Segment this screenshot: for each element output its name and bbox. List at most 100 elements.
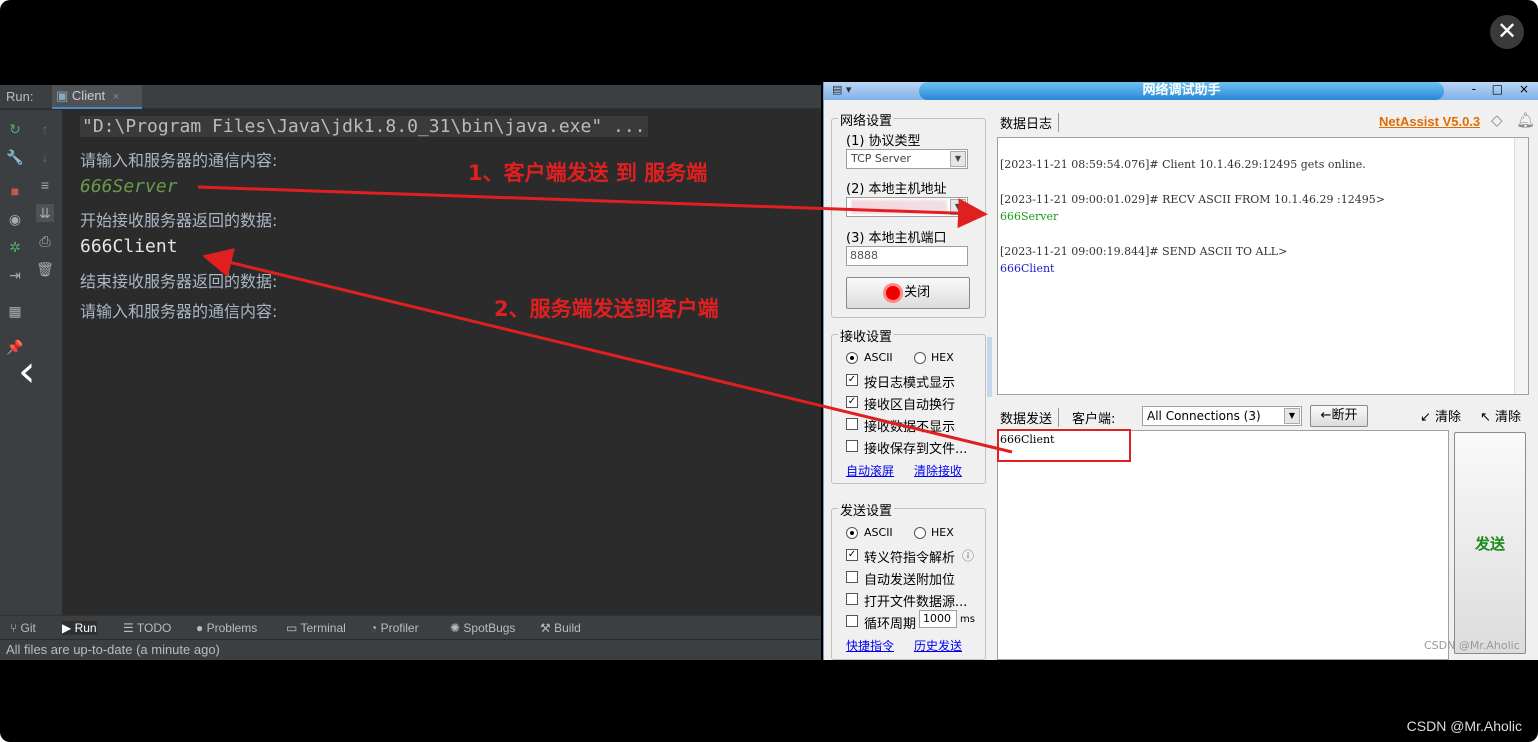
rerun-icon[interactable]: ↻ xyxy=(6,120,24,138)
tab-client[interactable]: ▣ Client × xyxy=(52,85,142,109)
file-source-label: 打开文件数据源... xyxy=(864,595,968,610)
recv-hex-radio[interactable] xyxy=(914,352,926,364)
host-select[interactable]: ▼ xyxy=(846,197,968,217)
send-ascii-label: ASCII xyxy=(864,526,893,539)
brand-link[interactable]: NetAssist V5.0.3 xyxy=(1379,114,1480,129)
log-line: [2023-11-21 09:00:01.029]# RECV ASCII FR… xyxy=(1000,193,1385,206)
diamond-icon[interactable]: ◇ xyxy=(1491,111,1503,129)
status-bar: All files are up-to-date (a minute ago) xyxy=(0,639,821,660)
annotation-step1: 1、客户端发送 到 服务端 xyxy=(468,161,708,185)
debug-icon[interactable]: ✲ xyxy=(6,238,24,256)
escape-parse-label: 转义符指令解析 xyxy=(864,551,956,566)
log-line: 666Client xyxy=(1000,262,1055,275)
watermark: CSDN @Mr.Aholic xyxy=(1406,718,1522,734)
cycle-checkbox[interactable] xyxy=(846,615,858,627)
send-hex-radio[interactable] xyxy=(914,527,926,539)
stop-icon[interactable]: ■ xyxy=(6,182,24,200)
console-line: 开始接收服务器返回的数据: xyxy=(80,211,278,230)
console-icon: ▣ xyxy=(56,88,69,103)
console-input-line: 666Server xyxy=(80,176,178,197)
chevron-down-icon: ▼ xyxy=(1284,408,1300,424)
down-icon[interactable]: ↓ xyxy=(36,148,54,166)
close-connection-button[interactable]: 关闭 xyxy=(846,277,970,309)
tab-run[interactable]: ▶ Run xyxy=(62,621,97,635)
tab-profiler[interactable]: ◔ Profiler xyxy=(370,621,419,635)
clear-all-button[interactable]: ↖ 清除 xyxy=(1480,406,1521,425)
disconnect-button[interactable]: ←断开 xyxy=(1310,405,1368,427)
log-pane[interactable]: [2023-11-21 08:59:54.076]# Client 10.1.4… xyxy=(997,137,1529,395)
tab-git[interactable]: ⑂ Git xyxy=(10,621,36,635)
tab-build[interactable]: ⚒ Build xyxy=(540,621,581,635)
send-hex-label: HEX xyxy=(931,526,954,539)
camera-icon[interactable]: ◉ xyxy=(6,210,24,228)
bell-icon[interactable]: 🔔︎ xyxy=(1516,111,1535,129)
up-icon[interactable]: ↑ xyxy=(36,120,54,138)
tab-spotbugs[interactable]: ✺ SpotBugs xyxy=(450,621,515,635)
inner-watermark: CSDN @Mr.Aholic xyxy=(1424,639,1520,652)
log-line: 666Server xyxy=(1000,210,1059,223)
auto-append-label: 自动发送附加位 xyxy=(864,573,956,588)
system-menu-icon[interactable]: ▤ ▾ xyxy=(832,83,851,96)
recv-hex-label: HEX xyxy=(931,351,954,364)
send-text-highlight xyxy=(997,429,1131,462)
log-tab[interactable]: 数据日志 xyxy=(1000,113,1060,132)
connections-select[interactable]: All Connections (3) ▼ xyxy=(1142,406,1302,426)
image-viewer: Run: ▣ Client × ↻ ↑ 🔧 ↓ ■ ≡ ◉ ⇊ ✲ ⎙ ⇥ 🗑 … xyxy=(0,0,1538,742)
shortcut-link[interactable]: 快捷指令 xyxy=(846,637,894,654)
clear-recv-link[interactable]: 清除接收 xyxy=(914,462,962,479)
recv-ascii-radio[interactable] xyxy=(846,352,858,364)
port-input[interactable]: 8888 xyxy=(846,246,968,266)
chevron-down-icon: ▼ xyxy=(950,199,966,215)
recv-log-label: 按日志模式显示 xyxy=(864,376,956,391)
close-icon[interactable]: ✕ xyxy=(1490,15,1524,49)
tool-window-bar: ⑂ Git ▶ Run ☰ TODO ● Problems ▭ Terminal… xyxy=(0,615,821,639)
recv-hide-checkbox[interactable] xyxy=(846,418,858,430)
recv-log-checkbox[interactable]: ✓ xyxy=(846,374,858,386)
clear-send-button[interactable]: ↙ 清除 xyxy=(1420,406,1461,425)
group-title: 发送设置 xyxy=(838,500,895,519)
annotation-step2: 2、服务端发送到客户端 xyxy=(494,297,719,321)
send-ascii-radio[interactable] xyxy=(846,527,858,539)
recv-save-label: 接收保存到文件... xyxy=(864,442,968,457)
send-textarea[interactable]: 666Client xyxy=(997,430,1449,660)
file-source-checkbox[interactable] xyxy=(846,593,858,605)
layout-icon[interactable]: ▦ xyxy=(6,302,24,320)
escape-parse-checkbox[interactable]: ✓ xyxy=(846,549,858,561)
window-controls[interactable]: - □ × xyxy=(1472,82,1535,96)
client-label: 客户端: xyxy=(1072,412,1116,427)
tab-todo[interactable]: ☰ TODO xyxy=(123,621,171,635)
history-link[interactable]: 历史发送 xyxy=(914,637,962,654)
log-line: [2023-11-21 09:00:19.844]# SEND ASCII TO… xyxy=(1000,245,1288,258)
wrench-icon[interactable]: 🔧 xyxy=(6,148,24,166)
send-tab[interactable]: 数据发送 xyxy=(1000,408,1060,427)
auto-scroll-link[interactable]: 自动滚屏 xyxy=(846,462,894,479)
exit-icon[interactable]: ⇥ xyxy=(6,266,24,284)
log-line: [2023-11-21 08:59:54.076]# Client 10.1.4… xyxy=(1000,158,1366,171)
cycle-label: 循环周期 xyxy=(864,617,917,632)
trash-icon[interactable]: 🗑 xyxy=(36,260,54,278)
send-button[interactable]: 发送 xyxy=(1454,432,1526,654)
recv-wrap-checkbox[interactable]: ✓ xyxy=(846,396,858,408)
tab-client-label: Client xyxy=(71,88,106,103)
print-icon[interactable]: ⎙ xyxy=(36,232,54,250)
console-line: 结束接收服务器返回的数据: xyxy=(80,272,278,291)
prev-arrow-icon[interactable]: ‹ xyxy=(18,350,48,394)
cycle-input[interactable]: 1000 xyxy=(919,610,957,628)
scroll-end-icon[interactable]: ⇊ xyxy=(36,204,54,222)
close-tab-icon[interactable]: × xyxy=(113,91,119,103)
log-scrollbar[interactable] xyxy=(1514,138,1528,394)
tab-problems[interactable]: ● Problems xyxy=(196,621,257,635)
arrow-left-icon: ← xyxy=(1320,408,1332,423)
console-line: 请输入和服务器的通信内容: xyxy=(80,151,278,170)
recv-save-checkbox[interactable] xyxy=(846,440,858,452)
protocol-select[interactable]: TCP Server ▼ xyxy=(846,149,968,169)
tab-terminal[interactable]: ▭ Terminal xyxy=(286,621,346,635)
info-icon[interactable]: ⓘ xyxy=(962,547,974,564)
netassist-titlebar: ▤ ▾ 网络调试助手 - □ × xyxy=(824,82,1538,100)
splitter-handle[interactable] xyxy=(987,337,992,397)
host-label: (2) 本地主机地址 xyxy=(846,182,947,197)
auto-append-checkbox[interactable] xyxy=(846,571,858,583)
wrap-icon[interactable]: ≡ xyxy=(36,176,54,194)
status-dot-icon xyxy=(885,285,900,300)
window-title: 网络调试助手 xyxy=(919,82,1444,100)
